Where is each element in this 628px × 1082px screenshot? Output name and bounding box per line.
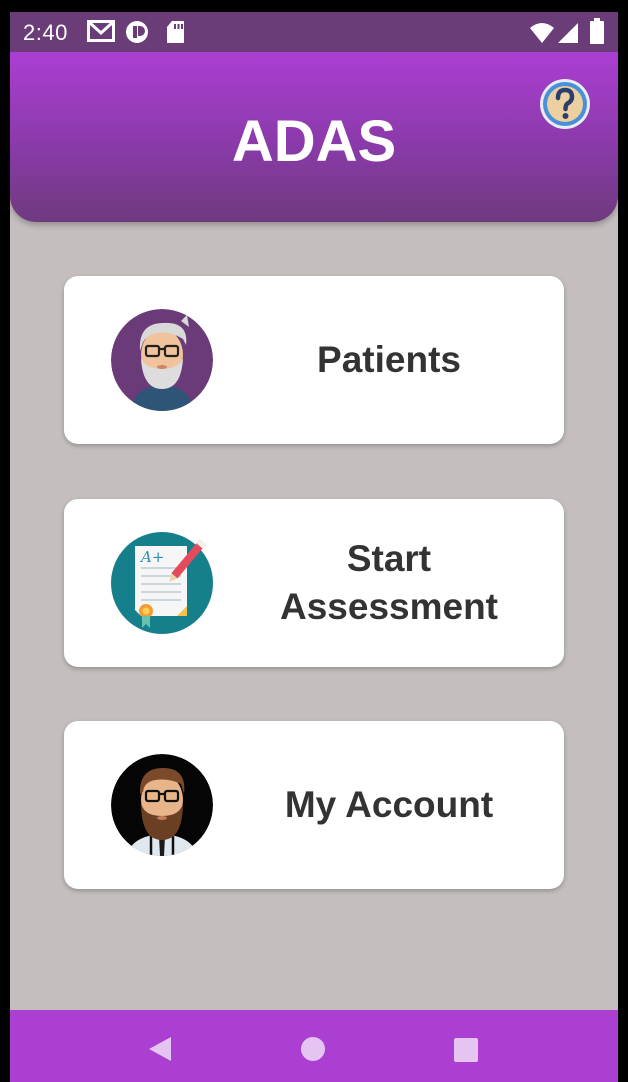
elderly-patient-avatar-icon (111, 309, 213, 411)
my-account-button[interactable]: My Account (64, 721, 564, 889)
start-assessment-label-line1: Start (346, 538, 432, 579)
app-notification-icon (126, 21, 148, 43)
system-nav-bar (10, 1010, 618, 1082)
patients-label: Patients (317, 339, 461, 380)
gmail-icon (87, 20, 115, 42)
wifi-icon (530, 23, 554, 43)
start-assessment-label: Start Assessment (244, 499, 534, 667)
battery-icon (590, 18, 604, 44)
svg-text:A+: A+ (139, 548, 164, 566)
home-icon[interactable] (300, 1036, 326, 1062)
status-time: 2:40 (23, 20, 68, 45)
help-button[interactable] (539, 78, 591, 130)
patients-button[interactable]: Patients (64, 276, 564, 444)
back-icon[interactable] (148, 1036, 172, 1062)
recents-icon[interactable] (453, 1037, 479, 1063)
start-assessment-label-line2: Assessment (279, 586, 498, 627)
my-account-label: My Account (284, 784, 494, 825)
app-screen: 2:40 ADAS Patients A+ Start Assessment M… (10, 12, 618, 1082)
sd-card-icon (167, 21, 184, 43)
start-assessment-button[interactable]: A+ Start Assessment (64, 499, 564, 667)
status-bar: 2:40 (10, 12, 618, 52)
app-header: ADAS (10, 52, 618, 222)
app-title: ADAS (231, 109, 397, 174)
cell-signal-icon (558, 23, 578, 43)
graded-test-paper-icon: A+ (111, 532, 213, 634)
bearded-man-avatar-icon (111, 754, 213, 856)
